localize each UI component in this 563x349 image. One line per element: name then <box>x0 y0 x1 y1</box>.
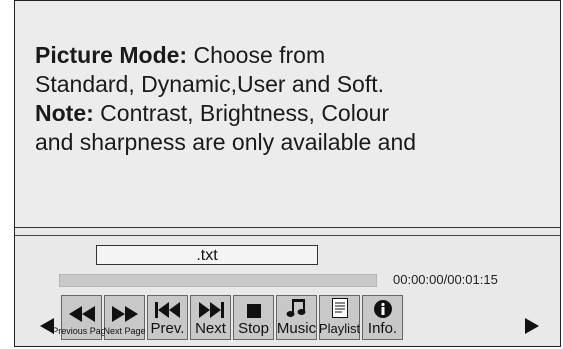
filename-box: .txt <box>96 245 318 265</box>
info-button[interactable]: Info. <box>362 295 403 340</box>
info-icon <box>373 300 392 318</box>
time-display: 00:00:00/00:01:15 <box>393 272 498 287</box>
music-button[interactable]: Music <box>276 295 317 340</box>
playlist-label: Playlist <box>318 321 361 336</box>
description-line-4: and sharpness are only available and <box>35 129 417 155</box>
next-page-button[interactable]: Next Page <box>103 295 146 340</box>
stop-label: Stop <box>238 320 269 337</box>
previous-page-label: Previous Page <box>52 326 111 336</box>
control-bar: Previous Page Next Page Prev. Next Stop … <box>52 295 403 340</box>
note-text: Contrast, Brightness, Colour <box>93 100 390 126</box>
stop-icon <box>246 304 261 318</box>
playlist-button[interactable]: Playlist <box>319 295 360 340</box>
progress-bar[interactable] <box>59 274 377 287</box>
next-page-label: Next Page <box>103 326 146 336</box>
description-text: Picture Mode: Choose from Standard, Dyna… <box>35 41 545 157</box>
description-line-2: Standard, Dynamic,User and Soft. <box>35 71 384 97</box>
prev-button[interactable]: Prev. <box>147 295 188 340</box>
picture-mode-text: Choose from <box>187 42 326 68</box>
playlist-icon <box>331 298 348 318</box>
prev-label: Prev. <box>150 320 185 337</box>
stop-button[interactable]: Stop <box>233 295 274 340</box>
note-label: Note: <box>35 100 94 126</box>
skip-previous-icon <box>154 302 180 318</box>
music-note-icon <box>286 299 305 317</box>
music-label: Music <box>276 320 317 337</box>
divider <box>15 235 560 236</box>
rewind-icon <box>68 306 95 322</box>
picture-mode-label: Picture Mode: <box>35 42 188 68</box>
info-label: Info. <box>367 320 398 337</box>
previous-page-button[interactable]: Previous Page <box>52 295 111 340</box>
next-button[interactable]: Next <box>190 295 231 340</box>
arrow-right-icon[interactable] <box>525 318 539 334</box>
fast-forward-icon <box>111 306 138 322</box>
text-display: Picture Mode: Choose from Standard, Dyna… <box>15 1 560 228</box>
next-label: Next <box>195 320 226 337</box>
skip-next-icon <box>198 302 224 318</box>
